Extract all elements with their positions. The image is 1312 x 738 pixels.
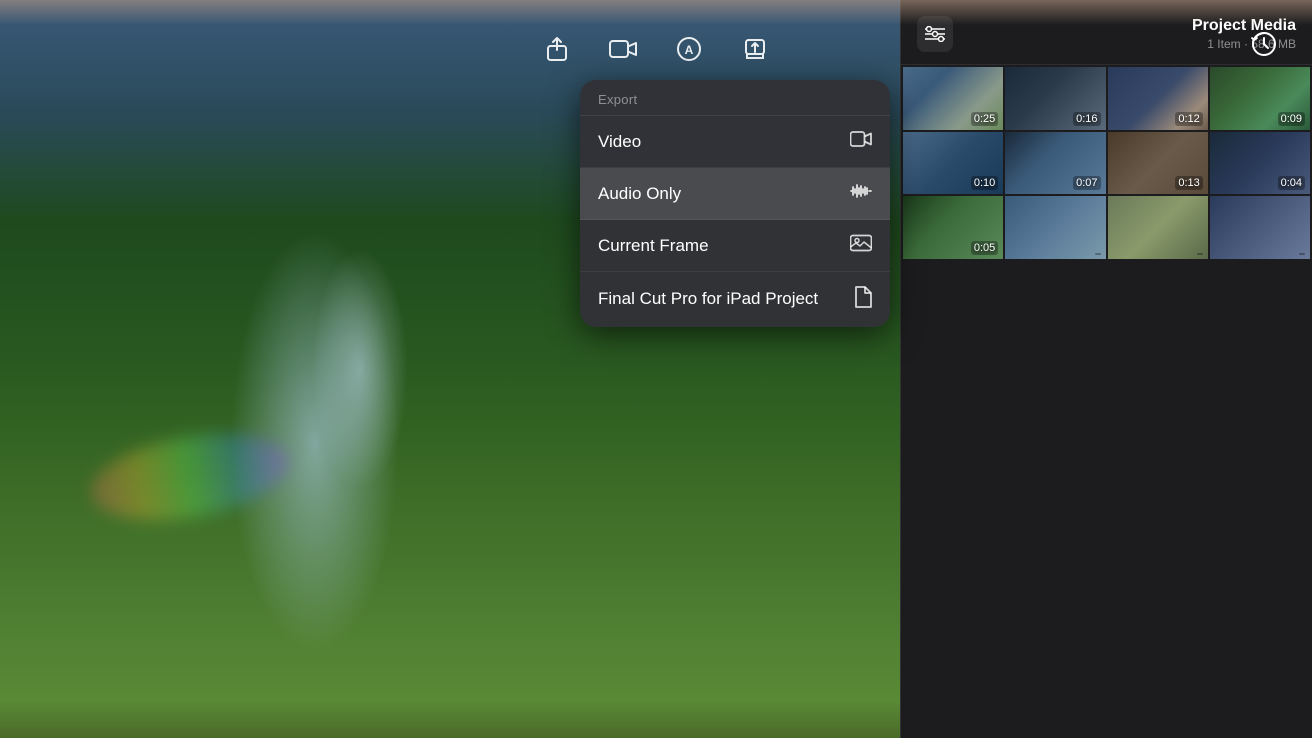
export-video-label: Video (598, 132, 641, 152)
svg-text:A: A (685, 43, 694, 57)
export-icon[interactable] (736, 30, 774, 68)
export-fcp-item[interactable]: Final Cut Pro for iPad Project (580, 272, 890, 327)
document-icon (854, 286, 872, 313)
media-duration: 0:10 (971, 176, 998, 190)
toolbar-icons: A (538, 30, 774, 68)
image-icon (850, 234, 872, 257)
export-audio-label: Audio Only (598, 184, 681, 204)
export-video-item[interactable]: Video (580, 116, 890, 168)
top-finger-area (0, 0, 1312, 25)
history-icon[interactable] (1246, 26, 1282, 62)
media-duration (1095, 253, 1101, 255)
media-thumbnail[interactable] (1005, 196, 1105, 259)
autopilot-icon[interactable]: A (670, 30, 708, 68)
media-duration: 0:04 (1278, 176, 1305, 190)
export-menu: Export Video Audio Only Current Frame (580, 80, 890, 327)
media-duration: 0:13 (1175, 176, 1202, 190)
media-thumbnail[interactable] (1108, 196, 1208, 259)
export-menu-header: Export (580, 80, 890, 116)
media-thumbnail[interactable] (1210, 196, 1310, 259)
media-duration (1197, 253, 1203, 255)
media-duration: 0:07 (1073, 176, 1100, 190)
media-duration (1299, 253, 1305, 255)
media-thumbnail[interactable]: 0:05 (903, 196, 1003, 259)
video-camera-icon (850, 130, 872, 153)
share-upload-icon[interactable] (538, 30, 576, 68)
export-frame-item[interactable]: Current Frame (580, 220, 890, 272)
export-frame-label: Current Frame (598, 236, 709, 256)
export-fcp-label: Final Cut Pro for iPad Project (598, 288, 818, 310)
export-audio-item[interactable]: Audio Only (580, 168, 890, 220)
waveform-icon (850, 182, 872, 205)
camera-icon[interactable] (604, 30, 642, 68)
media-duration: 0:05 (971, 241, 998, 255)
